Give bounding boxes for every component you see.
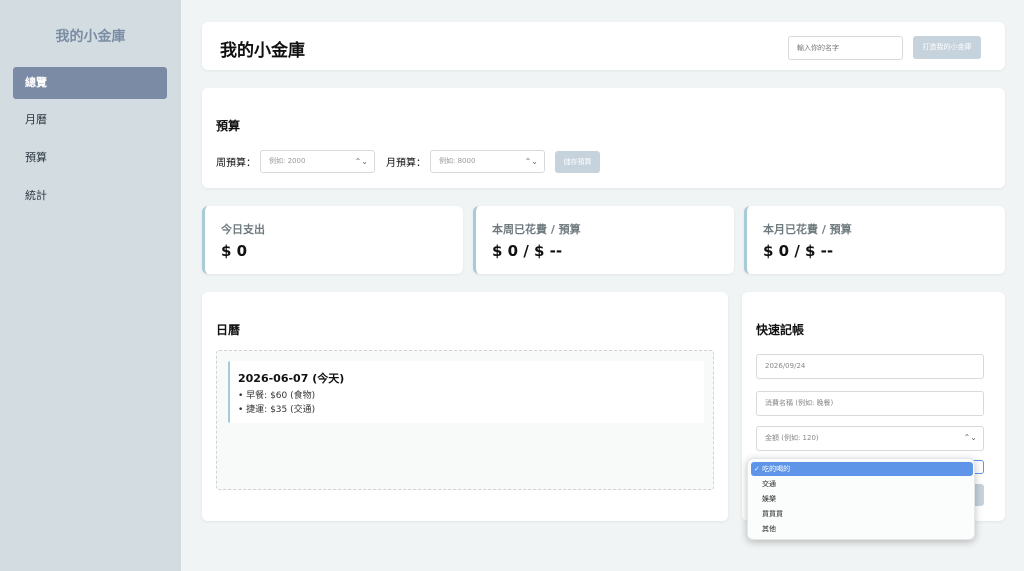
stat-value: $ 0 / $ -- bbox=[492, 242, 563, 260]
category-option[interactable]: 交通 bbox=[751, 477, 973, 491]
stat-card-week: 本周已花費 / 預算 $ 0 / $ -- bbox=[473, 206, 734, 274]
entry-date: 2026-06-07 (今天) bbox=[238, 372, 345, 385]
check-icon: ✓ bbox=[754, 465, 760, 473]
category-dropdown: ✓ 吃的喝的 交通 娛樂 買買買 其他 bbox=[747, 458, 975, 540]
calendar-title: 日曆 bbox=[216, 323, 241, 337]
calendar-box: 2026-06-07 (今天) • 早餐: $60 (食物) • 捷運: $35… bbox=[216, 350, 714, 490]
calendar-card: 日曆 2026-06-07 (今天) • 早餐: $60 (食物) • 捷運: … bbox=[202, 292, 728, 521]
date-field[interactable]: 2026/09/24 bbox=[756, 354, 984, 379]
page-title: 我的小金庫 bbox=[220, 41, 305, 61]
stat-card-today: 今日支出 $ 0 bbox=[202, 206, 463, 274]
save-budget-button[interactable]: 儲存預算 bbox=[555, 151, 600, 173]
stat-value: $ 0 bbox=[221, 242, 248, 260]
list-item: • 早餐: $60 (食物) bbox=[238, 391, 316, 401]
monthly-budget-input[interactable]: 例如: 8000 ⌃⌄ bbox=[430, 150, 545, 173]
amount-field[interactable]: 金額 (例如: 120) ⌃⌄ bbox=[756, 426, 984, 451]
category-option[interactable]: 娛樂 bbox=[751, 492, 973, 506]
sidebar-item-overview[interactable]: 總覽 bbox=[13, 67, 167, 99]
stat-value: $ 0 / $ -- bbox=[763, 242, 834, 260]
sidebar-item-calendar[interactable]: 月曆 bbox=[13, 104, 167, 136]
sidebar: 我的小金庫 總覽 月曆 預算 統計 bbox=[0, 0, 181, 571]
sidebar-item-stats[interactable]: 統計 bbox=[13, 180, 167, 212]
amount-placeholder: 金額 (例如: 120) bbox=[765, 434, 819, 442]
weekly-budget-label: 周預算： bbox=[216, 158, 256, 169]
create-vault-button[interactable]: 打造我的小金庫 bbox=[913, 36, 981, 59]
stat-card-month: 本月已花費 / 預算 $ 0 / $ -- bbox=[744, 206, 1005, 274]
sidebar-brand: 我的小金庫 bbox=[55, 29, 126, 45]
budget-title: 預算 bbox=[216, 119, 241, 133]
spinner-icon[interactable]: ⌃⌄ bbox=[964, 427, 977, 448]
spinner-icon[interactable]: ⌃⌄ bbox=[525, 151, 538, 172]
stat-label: 今日支出 bbox=[221, 223, 265, 236]
expense-name-field[interactable]: 消費名稱 (例如: 晚餐) bbox=[756, 391, 984, 416]
list-item: • 捷運: $35 (交通) bbox=[238, 405, 316, 415]
weekly-budget-input[interactable]: 例如: 2000 ⌃⌄ bbox=[260, 150, 375, 173]
monthly-budget-placeholder: 例如: 8000 bbox=[439, 157, 476, 165]
sidebar-item-budget[interactable]: 預算 bbox=[13, 142, 167, 174]
stat-label: 本周已花費 / 預算 bbox=[492, 223, 581, 236]
spinner-icon[interactable]: ⌃⌄ bbox=[355, 151, 368, 172]
stat-label: 本月已花費 / 預算 bbox=[763, 223, 852, 236]
category-option[interactable]: 買買買 bbox=[751, 507, 973, 521]
category-option-selected[interactable]: ✓ 吃的喝的 bbox=[751, 462, 973, 476]
weekly-budget-placeholder: 例如: 2000 bbox=[269, 157, 306, 165]
quick-entry-title: 快速記帳 bbox=[756, 323, 805, 337]
name-input[interactable]: 輸入你的名字 bbox=[788, 36, 903, 60]
budget-card: 預算 周預算： 例如: 2000 ⌃⌄ 月預算： 例如: 8000 ⌃⌄ 儲存預… bbox=[202, 88, 1005, 188]
header-card: 我的小金庫 輸入你的名字 打造我的小金庫 bbox=[202, 22, 1005, 70]
category-option[interactable]: 其他 bbox=[751, 522, 973, 536]
monthly-budget-label: 月預算： bbox=[386, 158, 426, 169]
day-entry[interactable]: 2026-06-07 (今天) • 早餐: $60 (食物) • 捷運: $35… bbox=[228, 361, 704, 423]
